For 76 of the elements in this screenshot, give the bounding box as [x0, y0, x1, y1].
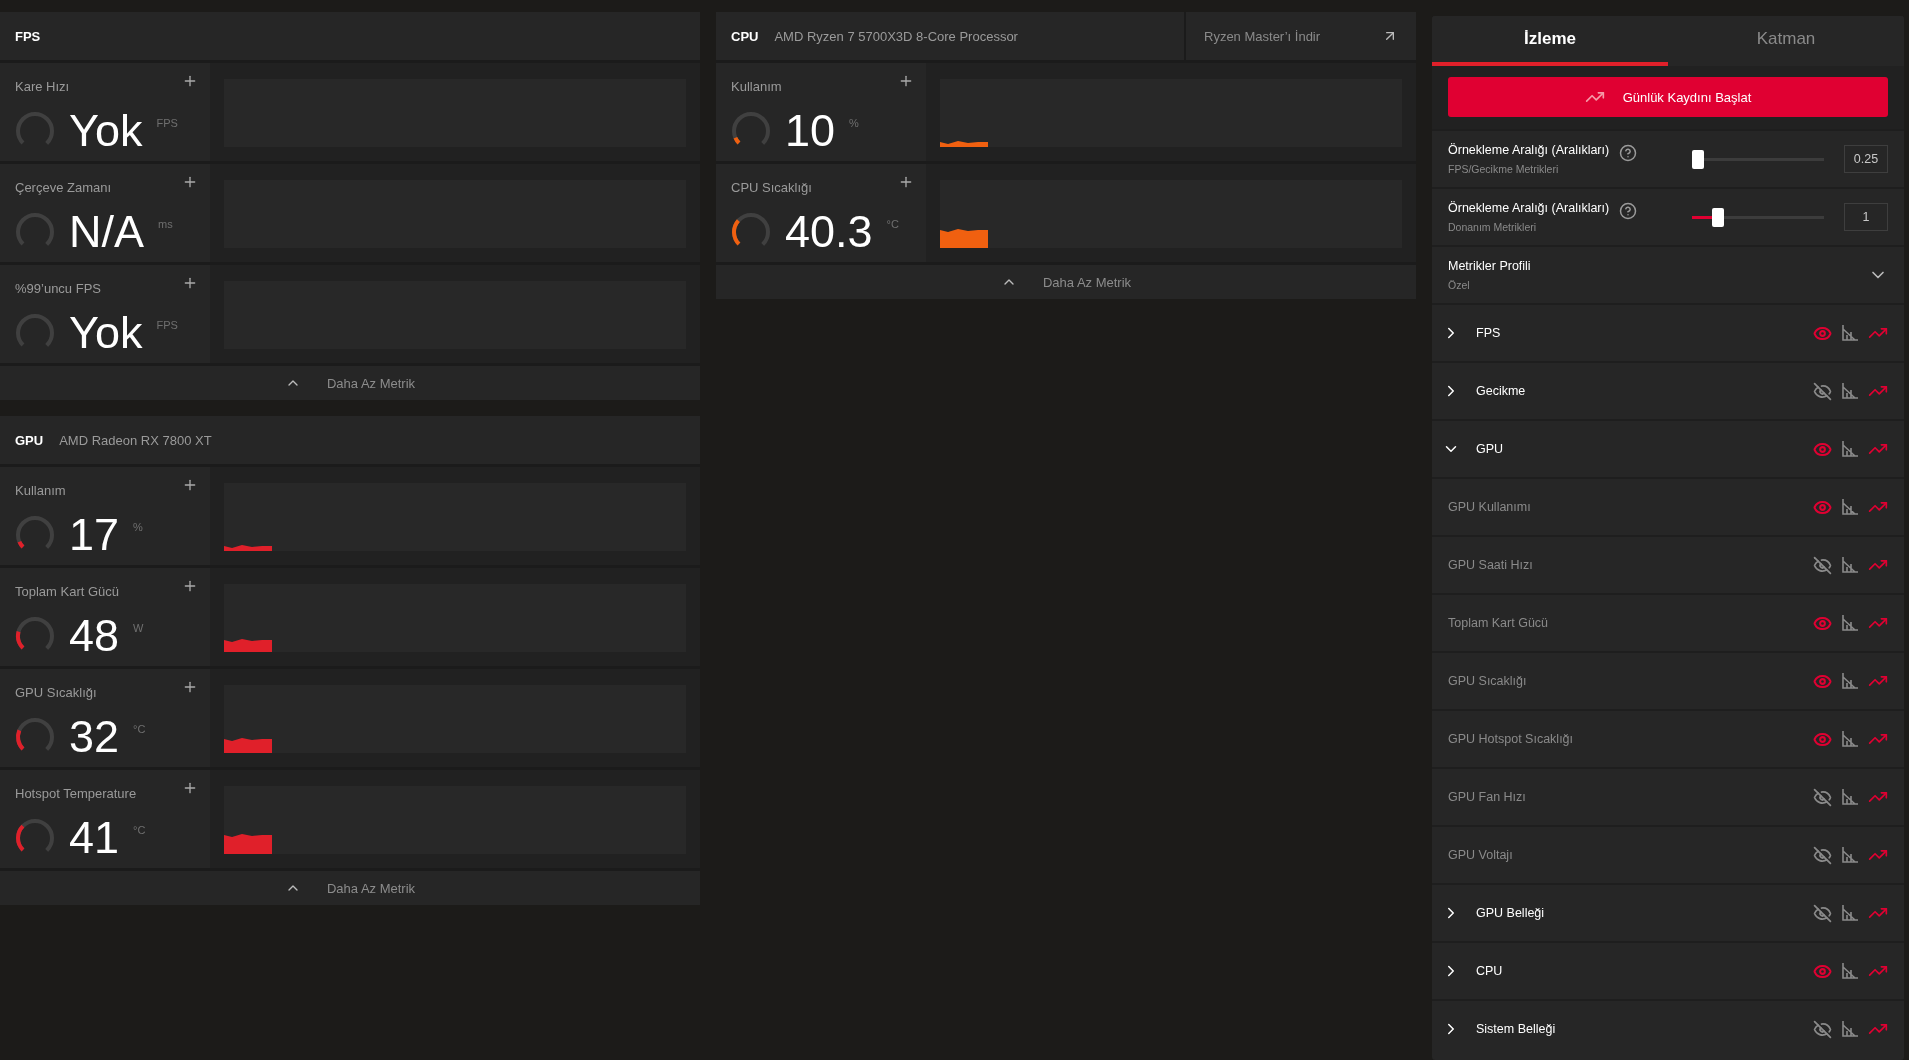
metric-label: %99’uncu FPS [15, 281, 101, 296]
add-button[interactable] [182, 275, 198, 291]
metric-label: Kare Hızı [15, 79, 70, 94]
metric-unit: FPS [156, 117, 178, 129]
eye-off-icon[interactable] [1813, 787, 1832, 807]
metric-unit: FPS [156, 319, 178, 331]
eye-off-icon[interactable] [1813, 381, 1832, 401]
less-metrics-button[interactable]: Daha Az Metrik [0, 871, 700, 905]
chart-icon[interactable] [1840, 613, 1860, 633]
chart-icon[interactable] [1840, 439, 1860, 459]
chart-icon[interactable] [1840, 555, 1860, 575]
metric-value: Yok [69, 307, 143, 359]
add-button[interactable] [182, 780, 198, 796]
help-icon[interactable] [1619, 202, 1638, 220]
metric-value: 17 [69, 509, 120, 561]
metric-value: 10 [785, 105, 836, 157]
metric-label: CPU Sıcaklığı [731, 180, 812, 195]
metric-value: 32 [69, 711, 120, 763]
slider[interactable] [1692, 149, 1824, 169]
add-button[interactable] [182, 477, 198, 493]
value-field[interactable]: 1 [1844, 203, 1888, 231]
chart-icon[interactable] [1840, 903, 1860, 923]
chart-icon[interactable] [1840, 381, 1860, 401]
panel-title: CPU [731, 28, 759, 44]
chart-icon[interactable] [1840, 961, 1860, 981]
eye-off-icon[interactable] [1813, 555, 1832, 575]
chart-icon[interactable] [1840, 1019, 1860, 1039]
setting-label: Örnekleme Aralığı (Aralıkları) [1448, 143, 1610, 157]
setting-label: Örnekleme Aralığı (Aralıkları) [1448, 201, 1610, 215]
metric-unit: W [133, 622, 144, 634]
start-logging-button[interactable]: Günlük Kaydını Başlat [1448, 77, 1888, 117]
metric-label: Çerçeve Zamanı [15, 180, 112, 195]
setting-sublabel: Donanım Metrikleri [1448, 221, 1538, 233]
metric-value: 48 [69, 610, 120, 662]
eye-off-icon[interactable] [1813, 903, 1832, 923]
add-button[interactable] [898, 174, 914, 190]
less-metrics-button[interactable]: Daha Az Metrik [716, 265, 1416, 299]
metric-unit: ms [158, 218, 173, 230]
metric-unit: °C [886, 218, 899, 230]
add-button[interactable] [182, 174, 198, 190]
panel-title: FPS [15, 28, 41, 44]
device-name: AMD Ryzen 7 5700X3D 8-Core Processor [774, 28, 1018, 44]
panel-title: GPU [15, 432, 44, 448]
metric-value: 41 [69, 812, 120, 864]
slider[interactable] [1692, 207, 1824, 227]
less-metrics-button[interactable]: Daha Az Metrik [0, 366, 700, 400]
metric-unit: °C [133, 723, 146, 735]
metric-label: Toplam Kart Gücü [15, 584, 120, 599]
metric-unit: % [133, 521, 143, 533]
chart-icon[interactable] [1840, 671, 1860, 691]
metric-value: N/A [69, 206, 144, 258]
value-field[interactable]: 0.25 [1844, 145, 1888, 173]
metric-value: 40.3 [785, 206, 873, 258]
chart-icon[interactable] [1840, 787, 1860, 807]
device-name: AMD Radeon RX 7800 XT [59, 432, 212, 448]
add-button[interactable] [182, 73, 198, 89]
chart-icon[interactable] [1840, 323, 1860, 343]
add-button[interactable] [182, 679, 198, 695]
metric-unit: % [849, 117, 859, 129]
add-button[interactable] [898, 73, 914, 89]
eye-off-icon[interactable] [1813, 1019, 1832, 1039]
setting-sublabel: FPS/Gecikme Metrikleri [1448, 163, 1560, 175]
chart-icon[interactable] [1840, 729, 1860, 749]
chart-icon[interactable] [1840, 845, 1860, 865]
metric-label: Kullanım [731, 79, 782, 94]
metric-unit: °C [133, 824, 146, 836]
metric-label: Kullanım [15, 483, 66, 498]
metric-value: Yok [69, 105, 143, 157]
chart-icon[interactable] [1840, 497, 1860, 517]
eye-off-icon[interactable] [1813, 845, 1832, 865]
download-link[interactable]: Ryzen Master’ı İndir [1184, 12, 1416, 60]
add-button[interactable] [182, 578, 198, 594]
metric-label: GPU Sıcaklığı [15, 685, 97, 700]
metric-label: Hotspot Temperature [15, 786, 137, 801]
tab[interactable]: Katman [1668, 16, 1904, 66]
help-icon[interactable] [1619, 144, 1638, 162]
